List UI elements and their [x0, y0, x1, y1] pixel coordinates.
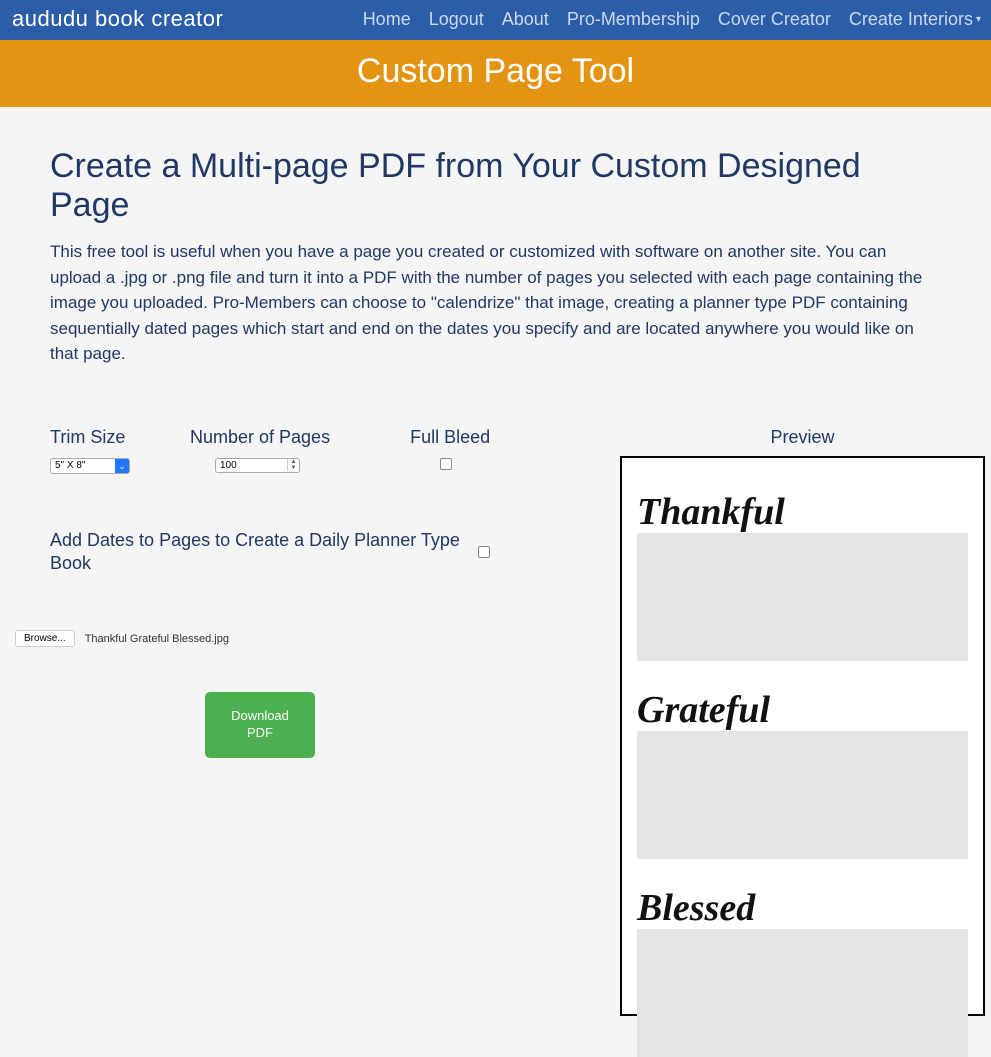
page-title: Create a Multi-page PDF from Your Custom… [50, 147, 941, 225]
preview-section-3: Blessed [637, 889, 968, 1057]
select-arrow-icon: ⌄ [115, 459, 129, 473]
brand-logo[interactable]: aududu book creator [12, 6, 223, 32]
preview-section-2: Grateful [637, 691, 968, 859]
form-left: Trim Size 5" X 8" ⌄ Number of Pages 100 … [50, 427, 590, 1016]
num-pages-group: Number of Pages 100 ▲▼ [190, 427, 330, 474]
preview-block-2 [637, 731, 968, 859]
preview-section-1: Thankful [637, 493, 968, 661]
full-bleed-group: Full Bleed [410, 427, 490, 474]
top-nav: aududu book creator Home Logout About Pr… [0, 0, 991, 40]
form-row: Trim Size 5" X 8" ⌄ Number of Pages 100 … [50, 427, 941, 1016]
trim-size-label: Trim Size [50, 427, 125, 448]
preview-heading-1: Thankful [637, 493, 968, 531]
nav-create-interiors[interactable]: Create Interiors [849, 9, 981, 30]
download-pdf-button[interactable]: Download PDF [205, 692, 315, 758]
preview-column: Preview Thankful Grateful Blessed [620, 427, 985, 1016]
preview-block-1 [637, 533, 968, 661]
nav-cover-creator[interactable]: Cover Creator [718, 9, 831, 30]
trim-size-group: Trim Size 5" X 8" ⌄ [50, 427, 130, 474]
preview-heading-2: Grateful [637, 691, 968, 729]
nav-pro-membership[interactable]: Pro-Membership [567, 9, 700, 30]
full-bleed-label: Full Bleed [410, 427, 490, 448]
main-container: Create a Multi-page PDF from Your Custom… [0, 107, 991, 1036]
browse-button[interactable]: Browse... [15, 630, 75, 647]
banner-title: Custom Page Tool [357, 52, 634, 90]
file-upload-row: Browse... Thankful Grateful Blessed.jpg [15, 630, 590, 647]
nav-about[interactable]: About [502, 9, 549, 30]
controls-top: Trim Size 5" X 8" ⌄ Number of Pages 100 … [50, 427, 590, 474]
preview-box: Thankful Grateful Blessed [620, 456, 985, 1016]
nav-home[interactable]: Home [363, 9, 411, 30]
preview-heading-3: Blessed [637, 889, 968, 927]
nav-links: Home Logout About Pro-Membership Cover C… [363, 9, 981, 30]
uploaded-file-name: Thankful Grateful Blessed.jpg [85, 633, 229, 645]
num-pages-input[interactable]: 100 ▲▼ [215, 458, 300, 473]
add-dates-row: Add Dates to Pages to Create a Daily Pla… [50, 529, 590, 576]
page-description: This free tool is useful when you have a… [50, 239, 941, 367]
add-dates-label: Add Dates to Pages to Create a Daily Pla… [50, 529, 470, 576]
num-pages-label: Number of Pages [190, 427, 330, 448]
num-pages-value: 100 [216, 459, 287, 472]
nav-logout[interactable]: Logout [429, 9, 484, 30]
preview-label: Preview [620, 427, 985, 448]
page-banner: Custom Page Tool [0, 40, 991, 107]
spinner-icon: ▲▼ [287, 459, 299, 471]
preview-block-3 [637, 929, 968, 1057]
trim-size-select[interactable]: 5" X 8" ⌄ [50, 458, 130, 474]
full-bleed-checkbox[interactable] [440, 458, 452, 470]
add-dates-checkbox[interactable] [478, 546, 490, 558]
trim-size-value: 5" X 8" [51, 459, 115, 472]
